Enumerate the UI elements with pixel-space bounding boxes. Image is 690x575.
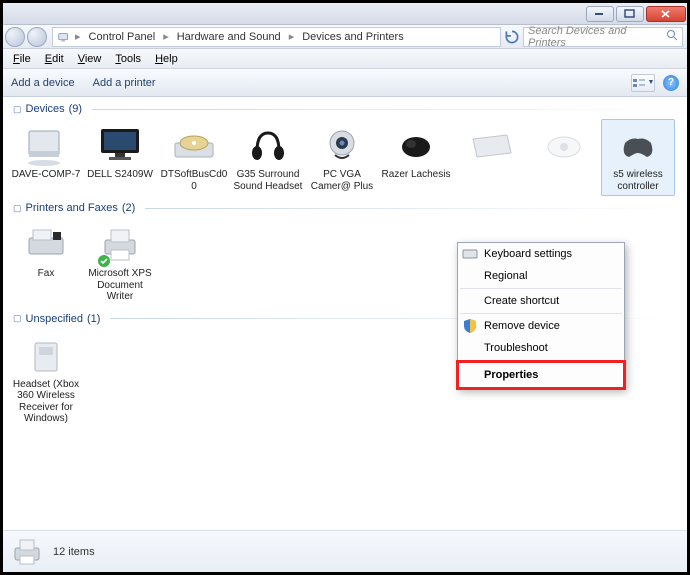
device-item[interactable]: DAVE-COMP-7 [9,119,83,196]
printer-item[interactable]: Microsoft XPS Document Writer [83,218,157,307]
menu-separator [460,288,622,289]
breadcrumb[interactable]: Control Panel [85,31,160,43]
navbar: ▸ Control Panel ▸ Hardware and Sound ▸ D… [3,25,687,49]
refresh-button[interactable] [503,28,521,46]
device-item[interactable]: G35 Surround Sound Headset [231,119,305,196]
context-menu-item[interactable]: Remove device [458,315,624,337]
context-menu: Keyboard settings Regional Create shortc… [457,242,625,389]
back-button[interactable] [5,27,25,47]
device-item[interactable]: PC VGA Camer@ Plus [305,119,379,196]
collapse-icon: ▢ [13,313,22,324]
unknown-device-icon [21,333,71,379]
add-device-button[interactable]: Add a device [11,77,75,89]
keyboard-icon [465,123,515,169]
printer-icon [11,536,43,568]
menubar: File Edit View Tools Help [3,49,687,69]
device-item[interactable]: Headset (Xbox 360 Wireless Receiver for … [9,329,83,429]
search-placeholder: Search Devices and Printers [528,25,666,49]
computer-icon [21,123,71,169]
context-menu-item[interactable]: Regional [458,265,624,287]
headset-icon [243,123,293,169]
monitor-icon [95,123,145,169]
status-bar: 12 items [3,530,687,572]
device-item[interactable] [527,119,601,196]
menu-file[interactable]: File [7,53,37,65]
chevron-down-icon: ▼ [648,79,655,86]
menu-edit[interactable]: Edit [39,53,70,65]
devices-icon [57,30,71,44]
printer-item[interactable]: Fax [9,218,83,307]
group-header-devices[interactable]: ▢ Devices (9) [3,97,687,119]
device-item[interactable] [453,119,527,196]
menu-tools[interactable]: Tools [109,53,147,65]
minimize-button[interactable] [586,6,614,22]
fax-icon [21,222,71,268]
webcam-icon [317,123,367,169]
device-item[interactable]: Razer Lachesis [379,119,453,196]
controller-icon [613,123,663,169]
default-check-icon [97,254,111,268]
toolbar: Add a device Add a printer ▼ ? [3,69,687,97]
mouse-icon [391,123,441,169]
receiver-icon [539,123,589,169]
view-options-button[interactable]: ▼ [631,74,655,92]
menu-help[interactable]: Help [149,53,184,65]
collapse-icon: ▢ [13,203,22,214]
menu-separator [460,360,622,361]
titlebar [3,3,687,25]
close-button[interactable] [646,6,686,22]
content-area: ▢ Devices (9) DAVE-COMP-7 DELL S2409W [3,97,687,530]
maximize-button[interactable] [616,6,644,22]
address-bar[interactable]: ▸ Control Panel ▸ Hardware and Sound ▸ D… [52,27,501,47]
shield-icon [462,318,478,334]
breadcrumb[interactable]: Hardware and Sound [173,31,285,43]
chevron-right-icon: ▸ [289,30,295,43]
breadcrumb[interactable]: Devices and Printers [298,31,408,43]
menu-separator [460,313,622,314]
devices-list: DAVE-COMP-7 DELL S2409W DTSoftBusCd00 [3,119,687,196]
forward-button[interactable] [27,27,47,47]
device-item[interactable]: DTSoftBusCd00 [157,119,231,196]
explorer-window: ▸ Control Panel ▸ Hardware and Sound ▸ D… [0,0,690,575]
menu-view[interactable]: View [72,53,108,65]
group-header-printers[interactable]: ▢ Printers and Faxes (2) [3,196,687,218]
optical-drive-icon [169,123,219,169]
context-menu-item[interactable]: Troubleshoot [458,337,624,359]
xps-printer-icon [95,222,145,268]
help-button[interactable]: ? [663,75,679,91]
status-text: 12 items [53,546,95,558]
search-icon [666,29,678,44]
keyboard-small-icon [462,246,478,262]
chevron-right-icon: ▸ [75,30,81,43]
context-menu-item-properties[interactable]: Properties [458,362,624,388]
context-menu-item[interactable]: Keyboard settings [458,243,624,265]
search-input[interactable]: Search Devices and Printers [523,27,683,47]
collapse-icon: ▢ [13,104,22,115]
add-printer-button[interactable]: Add a printer [93,77,156,89]
context-menu-item[interactable]: Create shortcut [458,290,624,312]
device-item-selected[interactable]: s5 wireless controller [601,119,675,196]
device-item[interactable]: DELL S2409W [83,119,157,196]
chevron-right-icon: ▸ [163,30,169,43]
